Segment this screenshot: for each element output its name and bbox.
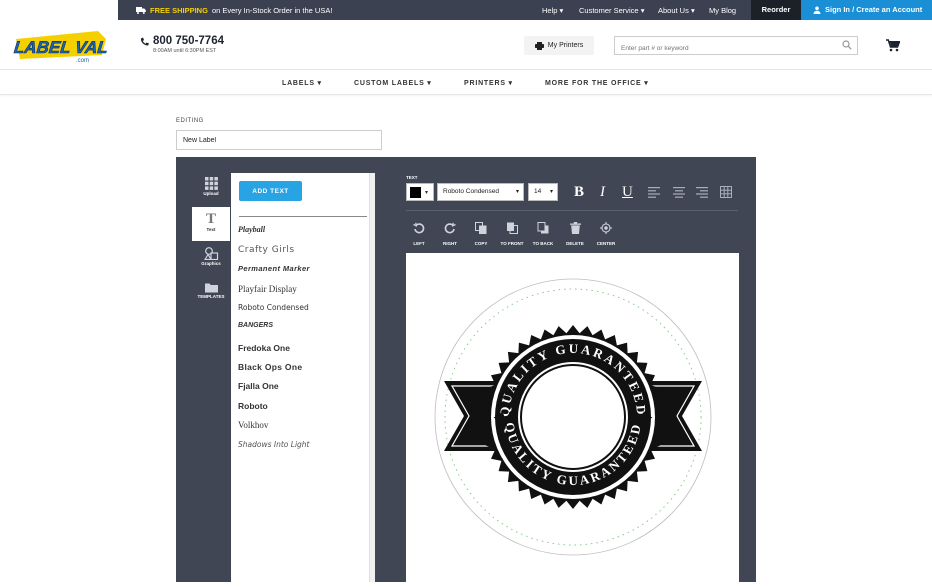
font-roboto[interactable]: Roboto [238, 401, 268, 411]
nav-labels[interactable]: LABELS ▾ [282, 79, 322, 87]
underline-button[interactable]: U [622, 184, 633, 201]
font-roboto-condensed[interactable]: Roboto Condensed [238, 303, 309, 312]
to-front-button[interactable]: TO FRONT [497, 221, 527, 246]
to-back-icon [537, 222, 549, 234]
font-fredoka-one[interactable]: Fredoka One [238, 343, 290, 353]
align-center-icon[interactable] [673, 187, 685, 198]
sign-in-button[interactable]: Sign In / Create an Account [801, 0, 932, 20]
delete-button[interactable]: DELETE [560, 221, 590, 246]
font-playball[interactable]: Playball [238, 225, 265, 234]
panel-divider [239, 216, 367, 217]
font-crafty-girls[interactable]: Crafty Girls [238, 245, 295, 255]
text-icon: T [205, 211, 216, 227]
phone-block: 800 750-7764 8:00AM until 6:30PM EST [140, 35, 224, 54]
chevron-down-icon: ▾ [425, 190, 429, 196]
font-bangers[interactable]: BANGERS [238, 322, 273, 329]
font-fjalla-one[interactable]: Fjalla One [238, 381, 279, 391]
search-input[interactable] [615, 40, 835, 57]
copy-icon [475, 222, 487, 234]
rotate-right-icon [444, 222, 456, 234]
tool-label: Upload [203, 191, 219, 196]
table-icon[interactable] [720, 186, 732, 198]
font-select[interactable]: Roboto Condensed ▾ [437, 183, 524, 201]
to-front-icon [507, 222, 518, 234]
toolbar-divider [406, 210, 738, 211]
panel-scrollbar[interactable] [369, 173, 375, 582]
font-volkhov[interactable]: Volkhov [238, 420, 268, 430]
blog-link[interactable]: My Blog [709, 6, 736, 15]
folder-icon [204, 283, 218, 293]
svg-text:LABEL VALUE: LABEL VALUE [13, 38, 108, 57]
cart-icon[interactable] [886, 39, 900, 52]
label-name-input[interactable] [176, 130, 382, 150]
logo-cell [0, 0, 118, 20]
chevron-down-icon: ▾ [549, 189, 553, 195]
site-header: LABEL VALUE .com 800 750-7764 8:00AM unt… [0, 20, 932, 70]
reorder-button[interactable]: Reorder [751, 0, 801, 20]
phone-number[interactable]: 800 750-7764 [153, 35, 224, 47]
shipping-banner: FREE SHIPPING on Every In-Stock Order in… [136, 6, 332, 15]
design-canvas[interactable]: QUALITY GUARANTEED QUALITY GUARANTEED [406, 253, 739, 582]
help-link[interactable]: Help ▾ [542, 6, 563, 15]
tool-label: TEMPLATES [197, 294, 225, 299]
rotate-left-button[interactable]: LEFT [404, 221, 434, 246]
printer-icon [534, 41, 544, 50]
user-icon [813, 6, 821, 14]
align-left-icon[interactable] [648, 187, 660, 198]
top-bar: FREE SHIPPING on Every In-Stock Order in… [0, 0, 932, 20]
shipping-text: on Every In-Stock Order in the USA! [211, 6, 333, 15]
tool-label: Graphics [201, 261, 221, 266]
crosshair-icon [600, 222, 612, 234]
font-playfair-display[interactable]: Playfair Display [238, 284, 297, 294]
svg-text:.com: .com [76, 58, 89, 64]
search-box [614, 36, 858, 57]
center-button[interactable]: CENTER [591, 221, 621, 246]
label-editor: Upload T Text Graphics TEMPLATES ADD TEX… [176, 157, 756, 582]
about-us-link[interactable]: About Us ▾ [658, 6, 695, 15]
truck-icon [136, 7, 146, 14]
search-icon[interactable] [842, 40, 852, 50]
font-permanent-marker[interactable]: Permanent Marker [238, 264, 310, 273]
tool-templates[interactable]: TEMPLATES [192, 282, 230, 299]
italic-button[interactable]: I [600, 184, 605, 201]
add-text-button[interactable]: ADD TEXT [239, 181, 302, 201]
color-swatch [410, 187, 421, 198]
trash-icon [569, 222, 581, 234]
color-picker[interactable]: ▾ [406, 183, 434, 201]
font-shadows-into-light[interactable]: Shadows Into Light [238, 440, 309, 449]
size-select[interactable]: 14 ▾ [528, 183, 558, 201]
chevron-down-icon: ▾ [515, 189, 519, 195]
phone-hours: 8:00AM until 6:30PM EST [153, 48, 217, 54]
my-printers-button[interactable]: My Printers [524, 36, 594, 55]
font-black-ops-one[interactable]: Black Ops One [238, 362, 302, 372]
labelvalue-logo[interactable]: LABEL VALUE .com [10, 29, 133, 70]
nav-custom-labels[interactable]: CUSTOM LABELS ▾ [354, 79, 432, 87]
tool-graphics[interactable]: Graphics [192, 247, 230, 266]
rotate-left-icon [413, 222, 425, 234]
shapes-icon [203, 247, 218, 261]
rotate-right-button[interactable]: RIGHT [435, 221, 465, 246]
bold-button[interactable]: B [574, 184, 584, 201]
align-right-icon[interactable] [696, 187, 708, 198]
toolbar-label: TEXT [406, 175, 418, 180]
tool-label: Text [206, 227, 216, 232]
nav-more-for-office[interactable]: MORE FOR THE OFFICE ▾ [545, 79, 649, 87]
editing-label: EDITING [176, 118, 204, 124]
text-panel: ADD TEXT Playball Crafty Girls Permanent… [231, 173, 375, 582]
tool-text[interactable]: T Text [192, 207, 230, 241]
copy-button[interactable]: COPY [466, 221, 496, 246]
nav-printers[interactable]: PRINTERS ▾ [464, 79, 513, 87]
main-nav: LABELS ▾ CUSTOM LABELS ▾ PRINTERS ▾ MORE… [0, 71, 932, 95]
tool-upload[interactable]: Upload [192, 177, 230, 196]
to-back-button[interactable]: TO BACK [528, 221, 558, 246]
customer-service-link[interactable]: Customer Service ▾ [579, 6, 644, 15]
free-shipping-label: FREE SHIPPING [150, 6, 208, 15]
phone-icon [140, 37, 149, 45]
grid-icon [204, 177, 218, 190]
